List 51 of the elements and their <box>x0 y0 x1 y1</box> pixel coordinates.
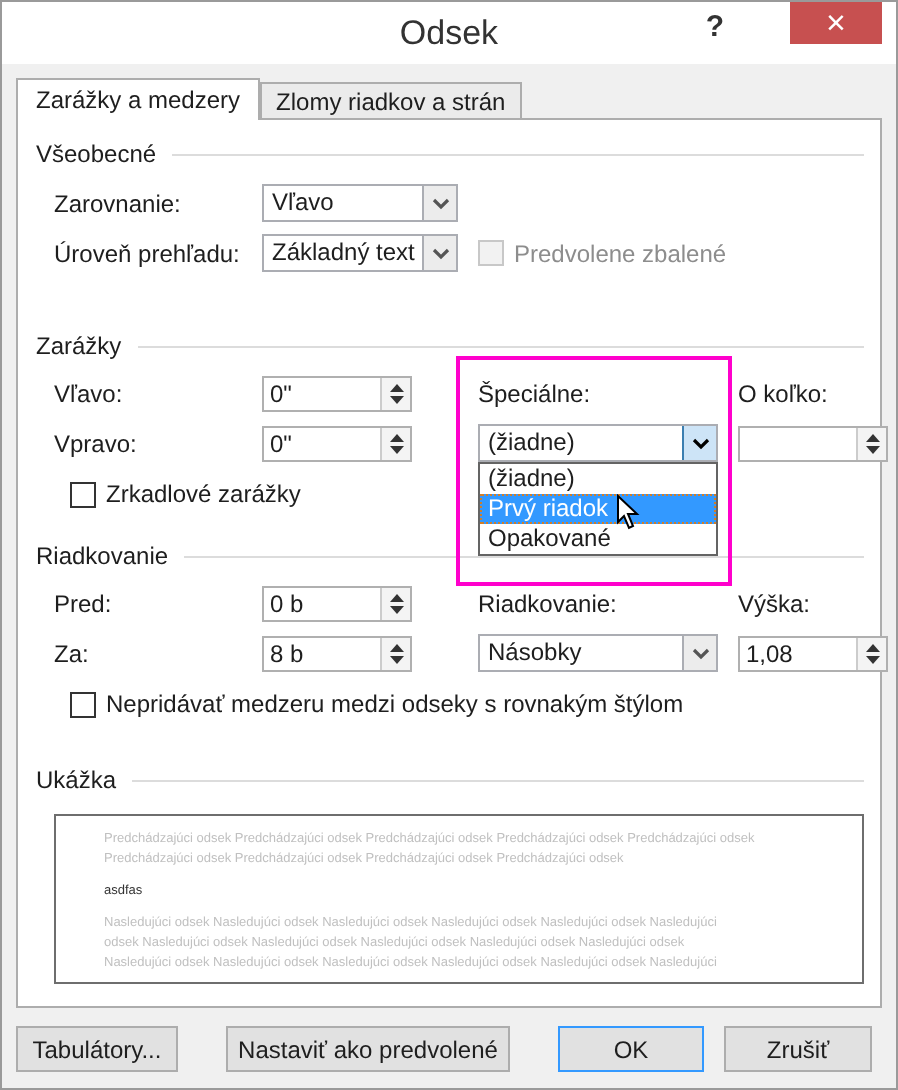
chevron-down-icon[interactable] <box>422 186 456 220</box>
field-label: Vpravo: <box>54 429 139 457</box>
special-select[interactable]: (žiadne) <box>478 424 718 462</box>
spinner-arrows-icon[interactable] <box>856 637 886 669</box>
section-heading: Riadkovanie <box>36 542 169 570</box>
field-label: Zarovnanie: <box>54 189 183 217</box>
dialog-button[interactable]: OK <box>558 1026 704 1072</box>
line-height-field[interactable]: 1,08 <box>738 635 888 671</box>
spinner-arrows-icon[interactable] <box>380 427 410 459</box>
dropdown-option[interactable]: Opakované <box>480 524 716 554</box>
chevron-down-icon[interactable] <box>682 426 716 460</box>
spinner-arrows-icon[interactable] <box>380 637 410 669</box>
right-indent-field[interactable]: 0" <box>262 425 412 461</box>
field-label: O koľko: <box>738 380 830 408</box>
field-label: Vľavo: <box>54 380 125 408</box>
field-label: Pred: <box>54 590 114 618</box>
section-heading: Všeobecné <box>36 140 157 168</box>
chevron-down-icon[interactable] <box>422 236 456 270</box>
spinner-arrows-icon[interactable] <box>380 588 410 620</box>
dropdown-option[interactable]: (žiadne) <box>480 464 716 494</box>
field-label: Výška: <box>738 590 813 618</box>
by-field[interactable] <box>738 425 888 461</box>
chevron-down-icon[interactable] <box>682 636 716 670</box>
section-heading: Zarážky <box>36 332 122 360</box>
section-heading: Ukážka <box>36 766 117 794</box>
line-spacing-select[interactable]: Násobky <box>478 634 718 672</box>
space-before-field[interactable]: 0 b <box>262 586 412 622</box>
space-after-field[interactable]: 8 b <box>262 635 412 671</box>
help-button[interactable]: ? <box>693 6 736 48</box>
spinner-arrows-icon[interactable] <box>856 427 886 459</box>
checkbox-label: Predvolene zbalené <box>514 239 727 267</box>
dialog-button[interactable]: Nastaviť ako predvolené <box>226 1026 510 1072</box>
left-indent-field[interactable]: 0" <box>262 376 412 412</box>
field-label: Špeciálne: <box>478 380 593 408</box>
dialog-button[interactable]: Tabulátory... <box>16 1026 178 1072</box>
window-title: Odsek <box>399 13 499 53</box>
field-label: Úroveň prehľadu: <box>54 239 242 267</box>
tab[interactable]: Zarážky a medzery <box>16 78 261 120</box>
tab[interactable]: Zlomy riadkov a strán <box>260 82 522 118</box>
checkbox-label: Nepridávať medzeru medzi odseky s rovnakým štýlom <box>106 690 684 718</box>
spinner-arrows-icon[interactable] <box>380 378 410 410</box>
field-label: Za: <box>54 639 91 667</box>
dialog-button[interactable]: Zrušiť <box>724 1026 872 1072</box>
checkbox-label: Zrkadlové zarážky <box>106 480 301 508</box>
outline-level-select[interactable]: Základný text <box>262 234 458 272</box>
checkbox[interactable] <box>70 691 96 717</box>
mouse-pointer-icon <box>616 494 640 530</box>
close-button[interactable]: × <box>790 2 882 44</box>
alignment-select[interactable]: Vľavo <box>262 184 458 222</box>
field-label: Riadkovanie: <box>478 590 619 618</box>
checkbox[interactable] <box>70 481 96 507</box>
